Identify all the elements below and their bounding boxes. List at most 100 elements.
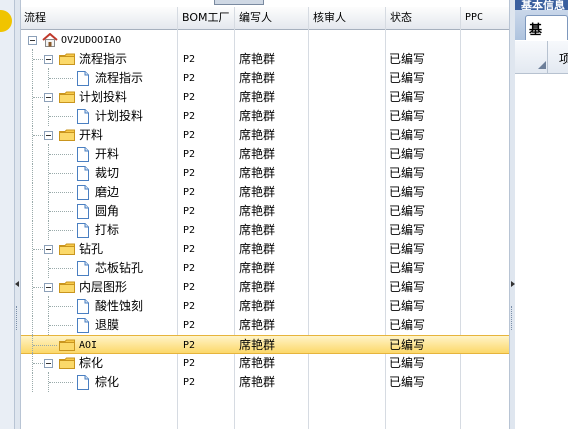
table-row[interactable]: 流程指示 P2 席艳群 已编写 xyxy=(21,68,509,88)
writer-name: 席艳群 xyxy=(239,166,276,180)
left-splitter[interactable] xyxy=(14,0,21,429)
writer-name: 席艳群 xyxy=(239,147,276,161)
table-row[interactable]: 磨边 P2 席艳群 已编写 xyxy=(21,182,509,202)
process-name: 计划投料 xyxy=(79,90,128,104)
tree-connector xyxy=(32,372,33,392)
status-text: 已编写 xyxy=(389,147,426,161)
table-row[interactable]: 退膜 P2 席艳群 已编写 xyxy=(21,315,509,335)
tree-connector xyxy=(33,97,43,98)
folder-icon xyxy=(59,129,75,141)
process-name: 棕化 xyxy=(79,356,104,370)
table-row[interactable]: 流程指示 P2 席艳群 已编写 xyxy=(21,49,509,69)
table-row[interactable]: 开料 P2 席艳群 已编写 xyxy=(21,144,509,164)
tree-connector xyxy=(49,211,73,212)
process-name: 棕化 xyxy=(95,375,120,389)
status-text: 已编写 xyxy=(389,52,426,66)
process-name: 芯板钻孔 xyxy=(95,261,144,275)
left-side-panel xyxy=(0,0,15,429)
document-icon xyxy=(77,71,89,86)
tree-connector xyxy=(32,182,33,202)
column-header-status[interactable]: 状态 xyxy=(387,7,460,29)
table-row[interactable]: 棕化 P2 席艳群 已编写 xyxy=(21,353,509,373)
status-text: 已编写 xyxy=(389,242,426,256)
tree-connector xyxy=(49,116,73,117)
tree-connector xyxy=(49,192,73,193)
writer-name: 席艳群 xyxy=(239,375,276,389)
table-row[interactable]: 圆角 P2 席艳群 已编写 xyxy=(21,201,509,221)
left-panel-accent[interactable] xyxy=(0,10,12,32)
table-row[interactable]: 内层图形 P2 席艳群 已编写 xyxy=(21,277,509,297)
folder-icon xyxy=(59,281,75,293)
process-tree-grid[interactable]: 流程 BOM工厂 编写人 核审人 状态 PPC OV2UDOOIAO 流程指示 P2… xyxy=(21,0,509,429)
column-header-bom[interactable]: BOM工厂 xyxy=(179,7,234,29)
collapse-left-arrow-icon[interactable] xyxy=(15,281,19,287)
table-row[interactable]: AOI P2 席艳群 已编写 xyxy=(21,335,509,355)
collapse-toggle[interactable] xyxy=(44,359,53,368)
tree-connector xyxy=(32,258,33,278)
sort-triangle-icon[interactable] xyxy=(538,61,546,69)
folder-icon xyxy=(59,91,75,103)
table-row[interactable]: 芯板钻孔 P2 席艳群 已编写 xyxy=(21,258,509,278)
bom-factory: P2 xyxy=(183,54,196,65)
toolbar-button-edge[interactable] xyxy=(214,0,264,5)
tree-connector xyxy=(49,78,73,79)
tree-connector xyxy=(32,144,33,164)
table-row[interactable]: 打标 P2 席艳群 已编写 xyxy=(21,220,509,240)
document-icon xyxy=(77,166,89,181)
status-text: 已编写 xyxy=(389,128,426,142)
folder-icon xyxy=(59,53,75,65)
detail-panel: 基本信息 基 项 xyxy=(515,0,568,429)
collapse-toggle[interactable] xyxy=(44,131,53,140)
collapse-toggle[interactable] xyxy=(44,55,53,64)
collapse-toggle[interactable] xyxy=(44,93,53,102)
column-divider xyxy=(547,41,548,73)
bom-factory: P2 xyxy=(183,320,196,331)
table-row[interactable]: 裁切 P2 席艳群 已编写 xyxy=(21,163,509,183)
table-row[interactable]: OV2UDOOIAO xyxy=(21,31,509,50)
document-icon xyxy=(77,147,89,162)
collapse-toggle[interactable] xyxy=(44,283,53,292)
tree-connector xyxy=(33,345,43,346)
tree-connector xyxy=(49,230,73,231)
column-header-reviewer-label: 核审人 xyxy=(313,11,346,24)
writer-name: 席艳群 xyxy=(239,261,276,275)
left-splitter-grip[interactable] xyxy=(16,306,20,330)
bom-factory: P2 xyxy=(183,73,196,84)
column-header-process-label: 流程 xyxy=(24,11,46,24)
table-row[interactable]: 计划投料 P2 席艳群 已编写 xyxy=(21,87,509,107)
tree-connector xyxy=(33,135,43,136)
tab-basic-label: 基 xyxy=(529,23,543,38)
collapse-toggle[interactable] xyxy=(28,36,37,45)
tree-connector xyxy=(49,382,73,383)
column-header-reviewer[interactable]: 核审人 xyxy=(310,7,385,29)
tree-connector xyxy=(49,325,73,326)
table-row[interactable]: 开料 P2 席艳群 已编写 xyxy=(21,125,509,145)
table-row[interactable]: 钻孔 P2 席艳群 已编写 xyxy=(21,239,509,259)
column-header-writer[interactable]: 编写人 xyxy=(236,7,308,29)
status-text: 已编写 xyxy=(389,299,426,313)
writer-name: 席艳群 xyxy=(239,109,276,123)
table-row[interactable]: 棕化 P2 席艳群 已编写 xyxy=(21,372,509,392)
table-row[interactable]: 计划投料 P2 席艳群 已编写 xyxy=(21,106,509,126)
column-header-ppc[interactable]: PPC xyxy=(462,7,509,29)
table-row[interactable]: 酸性蚀刻 P2 席艳群 已编写 xyxy=(21,296,509,316)
document-icon xyxy=(77,185,89,200)
bom-factory: P2 xyxy=(183,168,196,179)
tree-connector xyxy=(32,106,33,126)
process-name: 流程指示 xyxy=(79,52,128,66)
status-text: 已编写 xyxy=(389,166,426,180)
document-icon xyxy=(77,318,89,333)
document-icon xyxy=(77,204,89,219)
document-icon xyxy=(77,223,89,238)
writer-name: 席艳群 xyxy=(239,223,276,237)
collapse-toggle[interactable] xyxy=(44,245,53,254)
writer-name: 席艳群 xyxy=(239,356,276,370)
column-header-writer-label: 编写人 xyxy=(239,11,272,24)
column-header-process[interactable]: 流程 xyxy=(21,7,177,29)
bom-factory: P2 xyxy=(183,340,196,351)
tree-connector xyxy=(32,296,33,316)
detail-column-item-label: 项 xyxy=(559,52,568,66)
column-header-bom-label: BOM工厂 xyxy=(182,11,230,24)
tree-connector xyxy=(49,306,73,307)
status-text: 已编写 xyxy=(389,90,426,104)
